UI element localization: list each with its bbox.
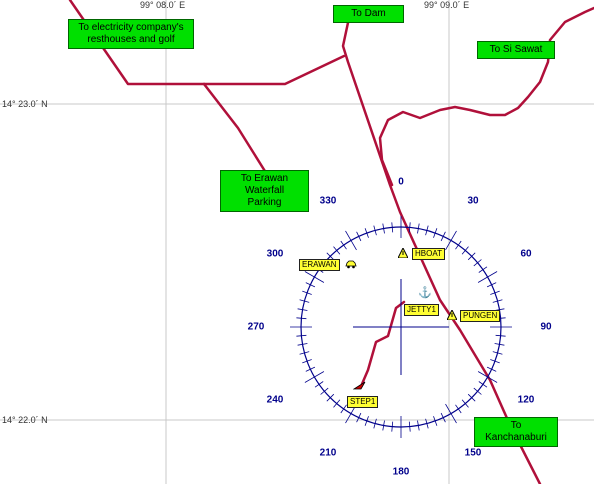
- destination-label-dam[interactable]: To Dam: [333, 5, 404, 23]
- waypoint-pungen[interactable]: PUNGEN: [460, 310, 501, 322]
- compass-label-270: 270: [247, 321, 265, 333]
- compass-minor-tick: [340, 240, 347, 250]
- destination-label-si-sawat[interactable]: To Si Sawat: [477, 41, 555, 59]
- compass-label-240: 240: [266, 394, 284, 406]
- compass-minor-tick: [408, 421, 411, 432]
- compass-minor-tick: [305, 282, 316, 288]
- compass-minor-tick: [408, 222, 411, 233]
- compass-label-300: 300: [266, 248, 284, 260]
- compass-label-30: 30: [467, 195, 479, 207]
- map-view[interactable]: 99° 08.0´ E 99° 09.0´ E 14° 23.0´ N 14° …: [0, 0, 594, 484]
- warning-triangle-icon[interactable]: [397, 246, 409, 261]
- compass-minor-tick: [495, 334, 506, 337]
- compass-minor-tick: [314, 381, 324, 388]
- waypoint-hboat[interactable]: HBOAT: [412, 248, 445, 260]
- compass-label-180: 180: [392, 466, 410, 478]
- compass-minor-tick: [478, 381, 488, 388]
- compass-major-tick: [345, 230, 357, 251]
- compass-minor-tick: [478, 266, 488, 273]
- map-canvas: [0, 0, 594, 484]
- waypoint-jetty1[interactable]: JETTY1: [404, 304, 439, 316]
- erawan-parking-road: [202, 82, 270, 178]
- compass-minor-tick: [340, 404, 347, 414]
- destination-label-kanchanaburi[interactable]: To Kanchanaburi: [474, 417, 558, 447]
- roads: [68, 0, 594, 484]
- compass-label-60: 60: [520, 248, 532, 260]
- destination-label-erawan-parking[interactable]: To Erawan Waterfall Parking: [220, 170, 309, 212]
- position-arrow-icon[interactable]: [352, 380, 367, 393]
- compass-label-150: 150: [464, 447, 482, 459]
- compass-minor-tick: [455, 404, 462, 414]
- compass-minor-tick: [296, 334, 307, 337]
- compass-label-0: 0: [398, 176, 404, 188]
- compass-major-tick: [477, 371, 498, 383]
- compass-minor-tick: [440, 412, 446, 423]
- compass-major-tick: [304, 271, 325, 283]
- waypoint-step1[interactable]: STEP1: [347, 396, 379, 408]
- compass-label-330: 330: [319, 195, 337, 207]
- step-trail[interactable]: [360, 300, 406, 386]
- compass-major-tick: [477, 271, 498, 283]
- compass-major-tick: [445, 230, 457, 251]
- compass-minor-tick: [391, 421, 394, 432]
- longitude-label-right: 99° 09.0´ E: [424, 0, 470, 10]
- anchor-icon[interactable]: ⚓: [418, 288, 432, 299]
- car-icon[interactable]: [345, 260, 357, 272]
- warning-triangle-icon[interactable]: [446, 308, 458, 323]
- compass-minor-tick: [486, 282, 497, 288]
- compass-minor-tick: [305, 366, 316, 372]
- compass-label-90: 90: [540, 321, 552, 333]
- compass-label-120: 120: [517, 394, 535, 406]
- latitude-label-bottom: 14° 22.0´ N: [2, 415, 48, 425]
- waypoint-erawan[interactable]: ERAWAN: [299, 259, 340, 271]
- compass-minor-tick: [391, 222, 394, 233]
- destination-label-electricity-company[interactable]: To electricity company's resthouses and …: [68, 19, 194, 49]
- compass-minor-tick: [296, 317, 307, 320]
- si-sawat-road: [378, 6, 594, 187]
- compass-minor-tick: [356, 231, 362, 242]
- compass-minor-tick: [455, 240, 462, 250]
- compass-minor-tick: [356, 412, 362, 423]
- latitude-label-top: 14° 23.0´ N: [2, 99, 48, 109]
- longitude-label-left: 99° 08.0´ E: [140, 0, 186, 10]
- compass-minor-tick: [486, 366, 497, 372]
- compass-major-tick: [304, 371, 325, 383]
- compass-label-210: 210: [319, 447, 337, 459]
- compass-minor-tick: [440, 231, 446, 242]
